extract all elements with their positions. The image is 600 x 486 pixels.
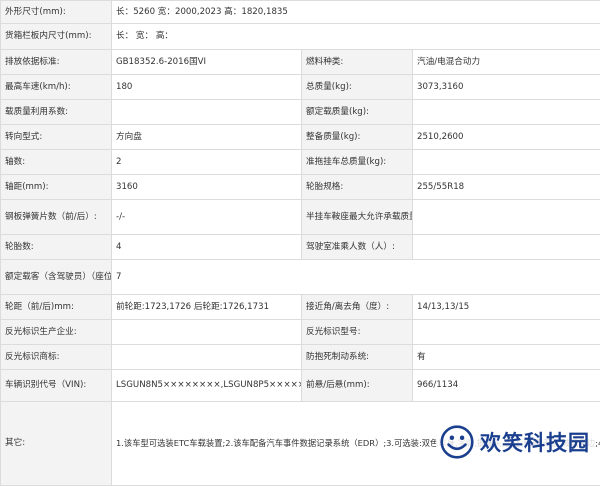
spec-row-steering: 转向型式: 方向盘 整备质量(kg): 2510,2600 — [1, 125, 600, 150]
label-tire-spec: 轮胎规格: — [302, 175, 413, 200]
value-leaf-springs: -/- — [112, 200, 302, 235]
watermark-text: 欢笑科技园 — [480, 427, 590, 457]
value-vin: LSGUN8N5××××××××,LSGUN8P5×××××××× — [112, 370, 302, 402]
label-wheelbase: 轴距(mm): — [1, 175, 112, 200]
spec-row-wheelbase: 轴距(mm): 3160 轮胎规格: 255/55R18 — [1, 175, 600, 200]
watermark-logo-icon — [440, 425, 474, 459]
label-steering: 转向型式: — [1, 125, 112, 150]
value-abs: 有 — [413, 345, 600, 370]
value-load-factor — [112, 100, 302, 125]
label-cab-capacity: 驾驶室准乘人数（人）: — [302, 235, 413, 260]
value-cargo-box: 长： 宽： 高： — [112, 24, 600, 50]
label-trailer-mass: 准拖挂车总质量(kg): — [302, 150, 413, 175]
label-dimensions: 外形尺寸(mm): — [1, 1, 112, 24]
value-cab-capacity — [413, 235, 600, 260]
vehicle-spec-table: 外形尺寸(mm): 长：5260 宽：2000,2023 高：1820,1835… — [0, 0, 600, 486]
spec-row-reflector-brand: 反光标识商标: 防抱死制动系统: 有 — [1, 345, 600, 370]
label-approach-angle: 接近角/离去角（度）: — [302, 295, 413, 320]
spec-row-reflector-maker: 反光标识生产企业: 反光标识型号: — [1, 320, 600, 345]
label-load-factor: 载质量利用系数: — [1, 100, 112, 125]
value-max-speed: 180 — [112, 75, 302, 100]
label-vin: 车辆识别代号（VIN): — [1, 370, 112, 402]
spec-row-seats: 额定载客（含驾驶员）（座位数）: 7 — [1, 260, 600, 295]
spec-row-track: 轮距（前/后)mm: 前轮距:1723,1726 后轮距:1726,1731 接… — [1, 295, 600, 320]
value-rated-load — [413, 100, 600, 125]
value-approach-angle: 14/13,13/15 — [413, 295, 600, 320]
value-saddle-load — [413, 200, 600, 235]
value-curb-mass: 2510,2600 — [413, 125, 600, 150]
value-total-mass: 3073,3160 — [413, 75, 600, 100]
spec-row-tires: 轮胎数: 4 驾驶室准乘人数（人）: — [1, 235, 600, 260]
label-overhang: 前悬/后悬(mm): — [302, 370, 413, 402]
spec-row-dimensions: 外形尺寸(mm): 长：5260 宽：2000,2023 高：1820,1835 — [1, 1, 600, 24]
spec-row-speed: 最高车速(km/h): 180 总质量(kg): 3073,3160 — [1, 75, 600, 100]
value-emission-standard: GB18352.6-2016国VI — [112, 50, 302, 75]
label-rated-load: 额定载质量(kg): — [302, 100, 413, 125]
value-fuel-type: 汽油/电混合动力 — [413, 50, 600, 75]
value-rated-seats: 7 — [112, 260, 600, 295]
spec-row-axles: 轴数: 2 准拖挂车总质量(kg): — [1, 150, 600, 175]
value-reflector-maker — [112, 320, 302, 345]
label-reflector-brand: 反光标识商标: — [1, 345, 112, 370]
watermark: 欢笑科技园 — [436, 422, 596, 462]
spec-row-cargo-box: 货箱栏板内尺寸(mm): 长： 宽： 高： — [1, 24, 600, 50]
value-axles: 2 — [112, 150, 302, 175]
label-rated-seats: 额定载客（含驾驶员）（座位数）: — [1, 260, 112, 295]
value-steering: 方向盘 — [112, 125, 302, 150]
value-reflector-brand — [112, 345, 302, 370]
label-saddle-load: 半挂车鞍座最大允许承载质量(kg): — [302, 200, 413, 235]
label-total-mass: 总质量(kg): — [302, 75, 413, 100]
label-axles: 轴数: — [1, 150, 112, 175]
value-wheelbase: 3160 — [112, 175, 302, 200]
value-trailer-mass — [413, 150, 600, 175]
spec-row-load-factor: 载质量利用系数: 额定载质量(kg): — [1, 100, 600, 125]
label-max-speed: 最高车速(km/h): — [1, 75, 112, 100]
value-reflector-model — [413, 320, 600, 345]
label-other: 其它: — [1, 402, 112, 486]
spec-row-leaf-springs: 钢板弹簧片数（前/后）: -/- 半挂车鞍座最大允许承载质量(kg): — [1, 200, 600, 235]
label-fuel-type: 燃料种类: — [302, 50, 413, 75]
spec-row-emission: 排放依据标准: GB18352.6-2016国VI 燃料种类: 汽油/电混合动力 — [1, 50, 600, 75]
label-track-width: 轮距（前/后)mm: — [1, 295, 112, 320]
value-overhang: 966/1134 — [413, 370, 600, 402]
label-reflector-model: 反光标识型号: — [302, 320, 413, 345]
value-track-width: 前轮距:1723,1726 后轮距:1726,1731 — [112, 295, 302, 320]
label-abs: 防抱死制动系统: — [302, 345, 413, 370]
label-cargo-box: 货箱栏板内尺寸(mm): — [1, 24, 112, 50]
label-reflector-maker: 反光标识生产企业: — [1, 320, 112, 345]
value-dimensions: 长：5260 宽：2000,2023 高：1820,1835 — [112, 1, 600, 24]
label-tire-count: 轮胎数: — [1, 235, 112, 260]
value-tire-spec: 255/55R18 — [413, 175, 600, 200]
label-curb-mass: 整备质量(kg): — [302, 125, 413, 150]
label-emission-standard: 排放依据标准: — [1, 50, 112, 75]
value-tire-count: 4 — [112, 235, 302, 260]
spec-row-vin: 车辆识别代号（VIN): LSGUN8N5××××××××,LSGUN8P5××… — [1, 370, 600, 402]
label-leaf-springs: 钢板弹簧片数（前/后）: — [1, 200, 112, 235]
